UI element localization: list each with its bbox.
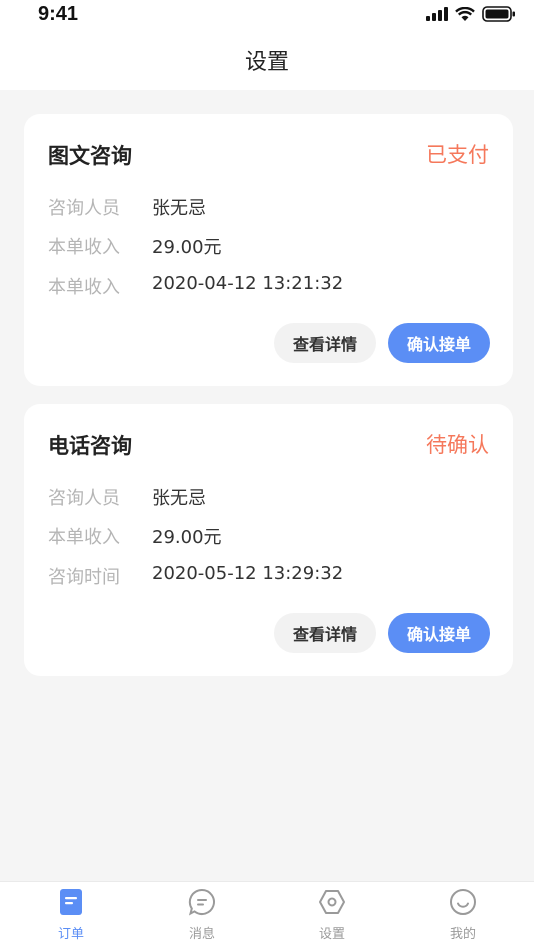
message-icon	[188, 888, 215, 916]
order-row: 咨询人员 张无忌	[48, 194, 206, 220]
tab-label: 设置	[318, 927, 345, 942]
row-value: 29.00元	[152, 527, 222, 548]
tab-settings[interactable]: 设置	[292, 882, 372, 950]
status-time: 9:41	[38, 3, 79, 25]
order-row: 咨询人员 张无忌	[48, 484, 206, 510]
order-row: 本单收入 2020-04-12 13:21:32	[48, 273, 343, 299]
order-row: 本单收入 29.00元	[48, 523, 222, 549]
tab-label: 消息	[188, 927, 215, 942]
order-title: 电话咨询	[48, 434, 132, 458]
order-card: 电话咨询 待确认 咨询人员 张无忌 本单收入 29.00元 咨询时间 2020-…	[24, 404, 513, 676]
battery-icon	[482, 6, 515, 22]
confirm-order-button[interactable]: 确认接单	[388, 323, 490, 363]
row-value: 29.00元	[152, 237, 222, 258]
tab-profile[interactable]: 我的	[423, 882, 503, 950]
page-title: 设置	[244, 50, 289, 75]
wifi-icon	[455, 6, 475, 21]
view-details-button[interactable]: 查看详情	[274, 613, 376, 653]
confirm-order-button[interactable]: 确认接单	[388, 613, 490, 653]
row-value: 2020-04-12 13:21:32	[152, 273, 344, 294]
order-row: 咨询时间 2020-05-12 13:29:32	[48, 563, 343, 589]
tab-label: 订单	[57, 927, 84, 942]
row-label: 咨询人员	[48, 198, 120, 219]
order-status: 待确认	[426, 433, 489, 457]
status-bar: 9:41	[0, 0, 534, 30]
order-title: 图文咨询	[48, 144, 132, 168]
order-row: 本单收入 29.00元	[48, 233, 222, 259]
status-icons	[426, 6, 516, 22]
row-label: 咨询人员	[48, 488, 120, 509]
signal-icon	[426, 7, 448, 21]
tab-bar: 订单 消息 设置 我的	[0, 881, 534, 950]
row-label: 本单收入	[48, 237, 120, 258]
settings-icon	[319, 890, 345, 914]
order-card: 图文咨询 已支付 咨询人员 张无忌 本单收入 29.00元 本单收入 2020-…	[24, 114, 513, 386]
row-label: 本单收入	[48, 527, 120, 548]
tab-label: 我的	[449, 927, 476, 942]
row-label: 咨询时间	[48, 567, 120, 588]
tab-messages[interactable]: 消息	[162, 882, 242, 950]
nav-bar: 设置	[0, 30, 534, 90]
tab-orders[interactable]: 订单	[31, 882, 111, 950]
profile-icon	[450, 889, 476, 915]
row-value: 2020-05-12 13:29:32	[152, 563, 344, 584]
view-details-button[interactable]: 查看详情	[274, 323, 376, 363]
row-value: 张无忌	[152, 198, 206, 219]
row-value: 张无忌	[152, 488, 206, 509]
order-status: 已支付	[426, 143, 489, 167]
row-label: 本单收入	[48, 277, 120, 298]
order-icon	[60, 889, 82, 915]
